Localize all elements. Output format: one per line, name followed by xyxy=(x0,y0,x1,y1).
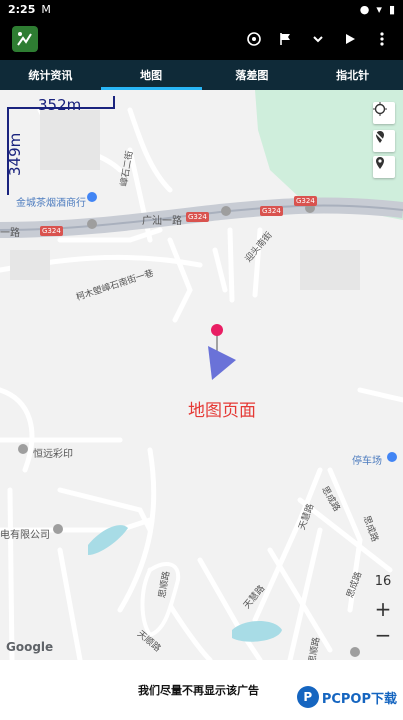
location-icon: ● xyxy=(359,2,370,16)
road-badge-g324: G324 xyxy=(260,206,283,216)
zoom-in-button[interactable]: + xyxy=(370,596,396,622)
wifi-icon: ▾ xyxy=(376,2,382,16)
app-bar xyxy=(0,18,403,60)
scale-horizontal-label: 352m xyxy=(38,96,82,114)
tab-statistics[interactable]: 统计资讯 xyxy=(0,60,101,90)
map-label-print-shop[interactable]: 恒远彩印 xyxy=(33,445,73,460)
tab-elevation[interactable]: 落差图 xyxy=(202,60,303,90)
map-view[interactable]: 金城茶烟酒商行 广汕一路 一路 柯木塱嶂石南街一巷 嶂石二街 迎头南街 恒远彩印… xyxy=(0,90,403,660)
map-page-label: 地图页面 xyxy=(188,401,256,421)
tab-map[interactable]: 地图 xyxy=(100,60,202,90)
play-icon[interactable] xyxy=(341,33,359,45)
status-icons: ● ▾ ▮ xyxy=(360,3,395,16)
map-chart-icon xyxy=(12,26,38,52)
map-label-road: 广汕一路 xyxy=(142,216,182,227)
google-attribution: Google xyxy=(6,640,54,654)
map-label-hotel[interactable]: 金城茶烟酒商行 xyxy=(16,194,86,209)
status-bar: 2:25 M ● ▾ ▮ xyxy=(0,0,403,18)
screen: 2:25 M ● ▾ ▮ 统计资讯 地图 落差图 指北针 金城茶烟酒商行 广汕一… xyxy=(0,0,403,720)
map-label-road-left: 一路 xyxy=(0,228,20,239)
road-badge-g324: G324 xyxy=(294,196,317,206)
add-location-icon[interactable] xyxy=(373,156,395,178)
zoom-level: 16 xyxy=(374,574,392,589)
mail-icon: M xyxy=(41,2,51,16)
watermark-logo-icon: P xyxy=(296,686,319,708)
road-badge-g324: G324 xyxy=(186,212,209,222)
map-label-parking[interactable]: 停车场 xyxy=(352,452,382,467)
battery-icon: ▮ xyxy=(388,2,395,16)
status-time: 2:25 xyxy=(8,2,36,16)
road-badge-g324: G324 xyxy=(40,226,63,236)
flag-icon[interactable] xyxy=(277,31,295,47)
my-location-icon[interactable] xyxy=(373,102,395,124)
ad-text: 我们尽量不再显示该广告 xyxy=(138,684,259,697)
map-canvas xyxy=(0,90,403,660)
more-vert-icon[interactable] xyxy=(373,31,391,47)
scale-vertical-label: 349m xyxy=(6,132,24,176)
tab-bar: 统计资讯 地图 落差图 指北针 xyxy=(0,60,403,90)
watermark-text: PCPOP下载 xyxy=(321,691,397,707)
app-actions xyxy=(245,31,391,47)
map-label-company[interactable]: 电有限公司 xyxy=(0,526,50,541)
tab-compass[interactable]: 指北针 xyxy=(302,60,403,90)
zoom-out-button[interactable]: − xyxy=(370,622,396,648)
location-off-icon[interactable] xyxy=(373,130,395,152)
locate-track-icon[interactable] xyxy=(245,31,263,47)
watermark: P PCPOP下载 xyxy=(296,686,397,708)
chevron-down-icon[interactable] xyxy=(309,33,327,45)
